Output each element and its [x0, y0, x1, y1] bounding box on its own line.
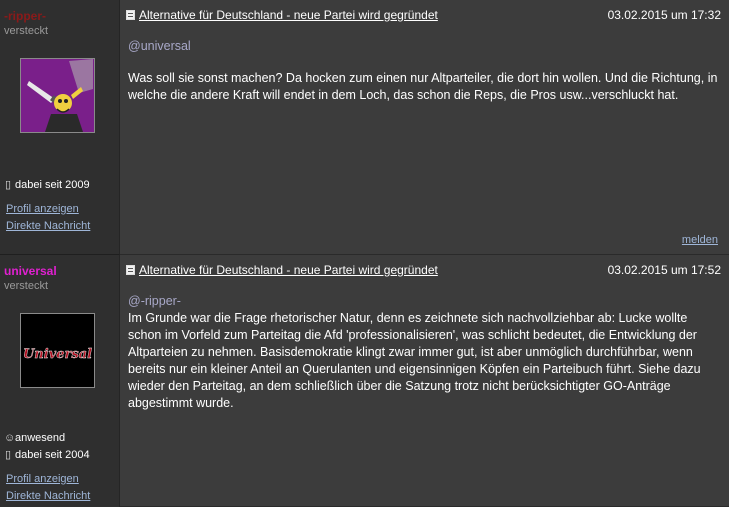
- calendar-icon: ▯: [4, 449, 12, 461]
- topic-link[interactable]: Alternative für Deutschland - neue Parte…: [139, 8, 438, 22]
- forum-post: -ripper- versteckt ▯ dabei seit 2009 Pro…: [0, 0, 729, 255]
- post-body: Im Grunde war die Frage rhetorischer Nat…: [128, 311, 701, 410]
- direct-message-link[interactable]: Direkte Nachricht: [6, 490, 90, 502]
- report-link[interactable]: melden: [682, 234, 718, 246]
- avatar-image: [21, 59, 94, 132]
- document-icon: [126, 10, 135, 20]
- post-content: Alternative für Deutschland - neue Parte…: [120, 255, 729, 507]
- member-since: ▯ dabei seit 2009: [4, 178, 90, 192]
- person-icon: ☺: [4, 432, 16, 444]
- author-username[interactable]: -ripper-: [4, 9, 46, 23]
- author-status: versteckt: [4, 280, 49, 292]
- avatar[interactable]: [20, 58, 95, 133]
- post-author-sidebar: -ripper- versteckt ▯ dabei seit 2009 Pro…: [0, 0, 120, 255]
- post-topic-row: Alternative für Deutschland - neue Parte…: [126, 263, 438, 277]
- author-username[interactable]: universal: [4, 264, 57, 278]
- view-profile-link[interactable]: Profil anzeigen: [6, 473, 79, 485]
- direct-message-link[interactable]: Direkte Nachricht: [6, 220, 90, 232]
- online-status: ☺ anwesend: [4, 432, 65, 444]
- topic-link[interactable]: Alternative für Deutschland - neue Parte…: [139, 263, 438, 277]
- quote-reference: @-ripper-: [128, 294, 181, 308]
- author-status: versteckt: [4, 25, 49, 37]
- post-body: Was soll sie sonst machen? Da hocken zum…: [128, 71, 718, 102]
- online-status-text: anwesend: [15, 432, 66, 444]
- post-date: 03.02.2015 um 17:32: [607, 8, 721, 22]
- document-icon: [126, 265, 135, 275]
- avatar-text: Universal: [23, 347, 92, 362]
- member-since-text: dabei seit 2009: [15, 178, 90, 191]
- post-content: Alternative für Deutschland - neue Parte…: [120, 0, 729, 255]
- calendar-icon: ▯: [4, 179, 12, 191]
- post-author-sidebar: universal versteckt Universal ☺ anwesend…: [0, 255, 120, 507]
- post-topic-row: Alternative für Deutschland - neue Parte…: [126, 8, 438, 22]
- avatar-image: Universal: [21, 314, 94, 387]
- member-since-text: dabei seit 2004: [15, 448, 90, 461]
- view-profile-link[interactable]: Profil anzeigen: [6, 203, 79, 215]
- forum-post: universal versteckt Universal ☺ anwesend…: [0, 255, 729, 507]
- member-since: ▯ dabei seit 2004: [4, 448, 90, 462]
- quote-reference: @universal: [128, 39, 191, 53]
- avatar[interactable]: Universal: [20, 313, 95, 388]
- post-date: 03.02.2015 um 17:52: [607, 263, 721, 277]
